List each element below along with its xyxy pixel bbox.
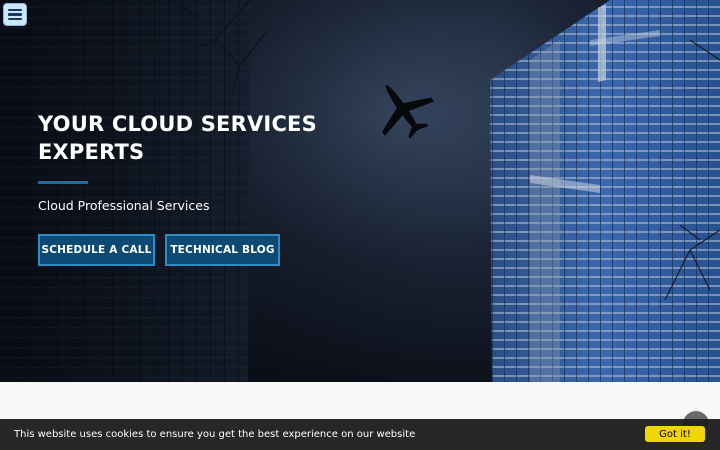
hero-title: YOUR CLOUD SERVICES EXPERTS (38, 112, 317, 164)
menu-toggle-button[interactable] (3, 3, 27, 26)
technical-blog-button[interactable]: TECHNICAL BLOG (165, 234, 280, 266)
schedule-call-button[interactable]: SCHEDULE A CALL (38, 234, 155, 266)
title-accent-line (38, 181, 88, 184)
cookie-accept-button[interactable]: Got it! (645, 426, 705, 442)
hamburger-menu-icon (8, 8, 22, 21)
hero-overlay (0, 0, 720, 382)
hero-subtitle: Cloud Professional Services (38, 198, 210, 213)
cookie-message: This website uses cookies to ensure you … (14, 429, 416, 440)
hero-section: YOUR CLOUD SERVICES EXPERTS Cloud Profes… (0, 0, 720, 382)
cookie-banner: This website uses cookies to ensure you … (0, 419, 720, 450)
